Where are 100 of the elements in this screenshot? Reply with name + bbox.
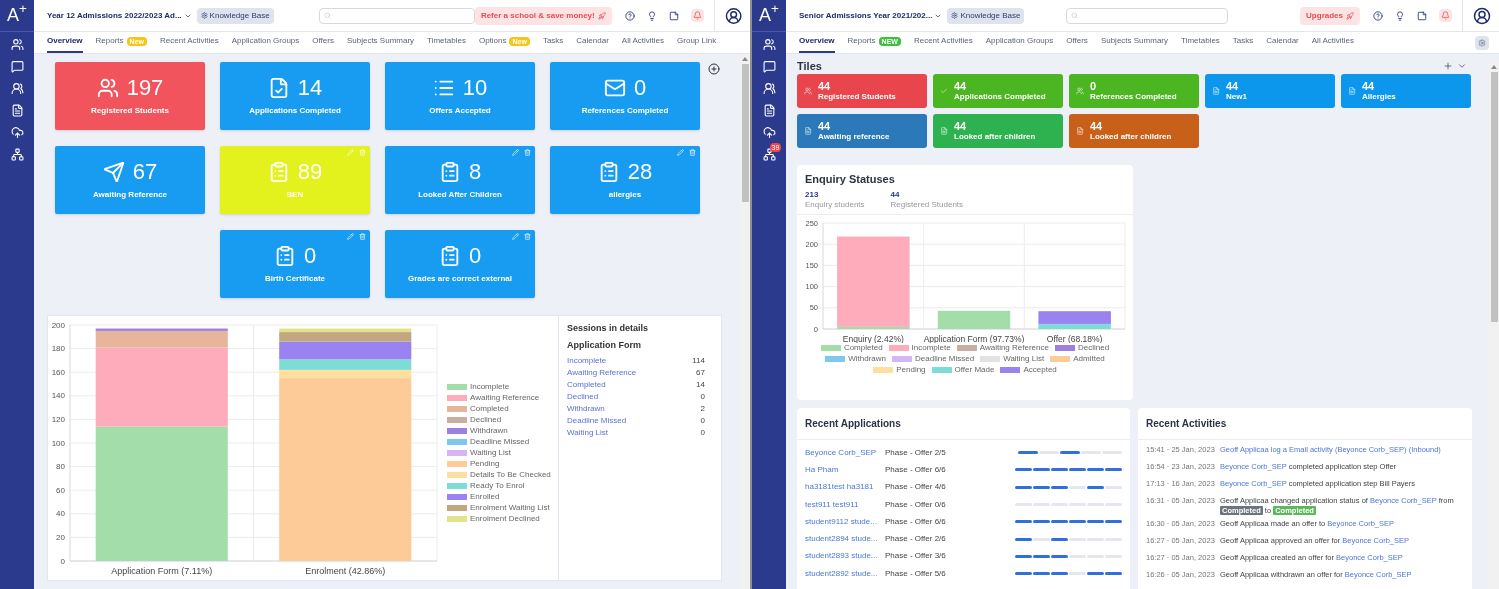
status-link[interactable]: Withdrawn xyxy=(567,403,605,415)
message-icon[interactable] xyxy=(762,60,776,73)
note-icon[interactable] xyxy=(1417,10,1427,21)
stat-tile[interactable]: 67 Awaiting Reference xyxy=(55,146,205,214)
help-icon[interactable] xyxy=(624,10,635,21)
stat-tile[interactable]: 14 Applications Completed xyxy=(220,62,370,130)
message-icon[interactable] xyxy=(10,60,24,73)
add-icon[interactable] xyxy=(1443,61,1453,71)
edit-icon[interactable] xyxy=(677,149,684,156)
stat-tile[interactable]: 197 Registered Students xyxy=(55,62,205,130)
delete-icon[interactable] xyxy=(524,233,531,240)
applicant-link[interactable]: ha3181test ha3181 xyxy=(805,481,885,494)
applicant-link[interactable]: student2892 stude... xyxy=(805,567,885,580)
search-field[interactable] xyxy=(1066,7,1229,24)
tab[interactable]: Group Link xyxy=(677,35,717,53)
delete-icon[interactable] xyxy=(689,149,696,156)
stat-tile[interactable]: 44 Looked after children xyxy=(933,114,1063,148)
scrollbar-thumb[interactable] xyxy=(741,64,749,202)
applicant-link[interactable]: student9112 stude... xyxy=(805,515,885,528)
lightbulb-icon[interactable] xyxy=(1395,10,1405,21)
add-tile-icon[interactable] xyxy=(708,63,720,75)
notification-button[interactable] xyxy=(690,9,704,22)
applicant-link[interactable]: student2893 stude... xyxy=(805,550,885,563)
help-icon[interactable] xyxy=(1373,10,1383,21)
promo-button[interactable]: Upgrades xyxy=(1300,6,1360,25)
knowledge-base-button[interactable]: Knowledge Base xyxy=(947,7,1025,24)
tab[interactable]: Application Groups xyxy=(231,35,300,53)
status-link[interactable]: Incomplete xyxy=(567,355,607,367)
stat-tile[interactable]: 28 allergies xyxy=(550,146,700,214)
document-icon[interactable] xyxy=(762,104,776,117)
tab[interactable]: Overview xyxy=(799,35,835,53)
applicant-link[interactable]: Beyonce Corb_SEP xyxy=(805,446,885,459)
stat-tile[interactable]: 8 Looked After Children xyxy=(385,146,535,214)
status-link[interactable]: Awaiting Reference xyxy=(567,367,637,379)
network-icon[interactable] xyxy=(762,148,776,161)
scroll-up-icon[interactable] xyxy=(742,57,748,61)
tab[interactable]: Tasks xyxy=(542,35,564,53)
tab[interactable]: Overview xyxy=(47,35,83,53)
edit-icon[interactable] xyxy=(512,233,519,240)
tab[interactable]: Subjects Summary xyxy=(346,35,415,53)
promo-button[interactable]: Refer a school & save money! xyxy=(474,6,612,25)
network-icon[interactable] xyxy=(10,148,24,161)
applicant-link[interactable]: test911 test911 xyxy=(805,498,885,511)
legend-swatch xyxy=(820,344,841,351)
tab[interactable]: Tasks xyxy=(1232,35,1254,53)
stat-tile[interactable]: 0 References Completed xyxy=(1069,74,1199,108)
status-link[interactable]: Deadline Missed xyxy=(567,415,627,427)
group-icon[interactable] xyxy=(10,82,24,95)
tab[interactable]: Recent Activities xyxy=(913,35,973,53)
avatar-icon[interactable] xyxy=(724,6,742,25)
tab[interactable]: Offers xyxy=(1066,35,1088,53)
tab[interactable]: Calendar xyxy=(1266,35,1299,53)
tab[interactable]: Calendar xyxy=(576,35,609,53)
status-link[interactable]: Declined xyxy=(567,391,599,403)
stat-tile[interactable]: 44 Awaiting reference xyxy=(797,114,927,148)
cloud-upload-icon[interactable] xyxy=(762,126,776,139)
stat-tile[interactable]: 44 Looked after children xyxy=(1069,114,1199,148)
tab[interactable]: Offers xyxy=(312,35,334,53)
notification-button[interactable] xyxy=(1439,9,1452,22)
stat-tile[interactable]: 44 New1 xyxy=(1205,74,1335,108)
status-link[interactable]: Waiting List xyxy=(567,427,609,439)
stat-tile[interactable]: 10 Offers Accepted xyxy=(385,62,535,130)
delete-icon[interactable] xyxy=(524,149,531,156)
students-icon[interactable] xyxy=(762,38,776,51)
stat-tile[interactable]: 0 References Completed xyxy=(550,62,700,130)
scrollbar-thumb[interactable] xyxy=(1490,72,1498,322)
cloud-upload-icon[interactable] xyxy=(10,126,24,139)
stat-tile[interactable]: 44 Applications Completed xyxy=(933,74,1063,108)
stat-tile[interactable]: 44 Allergies xyxy=(1341,74,1471,108)
delete-icon[interactable] xyxy=(359,233,366,240)
search-field[interactable] xyxy=(318,7,475,24)
status-link[interactable]: Completed xyxy=(567,379,606,391)
settings-button[interactable] xyxy=(1475,36,1489,50)
search-icon xyxy=(323,12,331,19)
chevron-icon[interactable] xyxy=(1457,61,1467,71)
tab[interactable]: All Activities xyxy=(621,35,665,53)
avatar-icon[interactable] xyxy=(1473,6,1491,25)
tab[interactable]: Application Groups xyxy=(985,35,1054,53)
group-icon[interactable] xyxy=(762,82,776,95)
tab[interactable]: Timetables xyxy=(427,35,466,53)
applicant-link[interactable]: student2894 stude... xyxy=(805,533,885,546)
stat-tile[interactable]: 0 Grades are correct external xyxy=(385,230,535,298)
stat-tile[interactable]: 0 Birth Certificate xyxy=(220,230,370,298)
students-icon[interactable] xyxy=(10,38,24,51)
edit-icon[interactable] xyxy=(512,149,519,156)
legend-swatch xyxy=(892,355,912,362)
project-selector[interactable]: Senior Admissions Year 2021/202... xyxy=(799,9,943,22)
applicant-link[interactable]: Ha Pham xyxy=(805,463,885,476)
edit-icon[interactable] xyxy=(347,233,354,240)
tab[interactable]: Recent Activities xyxy=(160,35,219,53)
project-selector[interactable]: Year 12 Admissions 2022/2023 Ad... xyxy=(47,9,192,22)
document-icon[interactable] xyxy=(10,104,24,117)
knowledge-base-button[interactable]: Knowledge Base xyxy=(196,7,274,24)
tab[interactable]: All Activities xyxy=(1311,35,1354,53)
tab[interactable]: Timetables xyxy=(1181,35,1220,53)
scroll-up-icon[interactable] xyxy=(1491,65,1497,69)
lightbulb-icon[interactable] xyxy=(646,10,657,21)
tab[interactable]: Subjects Summary xyxy=(1100,35,1168,53)
stat-tile[interactable]: 44 Registered Students xyxy=(797,74,927,108)
note-icon[interactable] xyxy=(668,10,679,21)
